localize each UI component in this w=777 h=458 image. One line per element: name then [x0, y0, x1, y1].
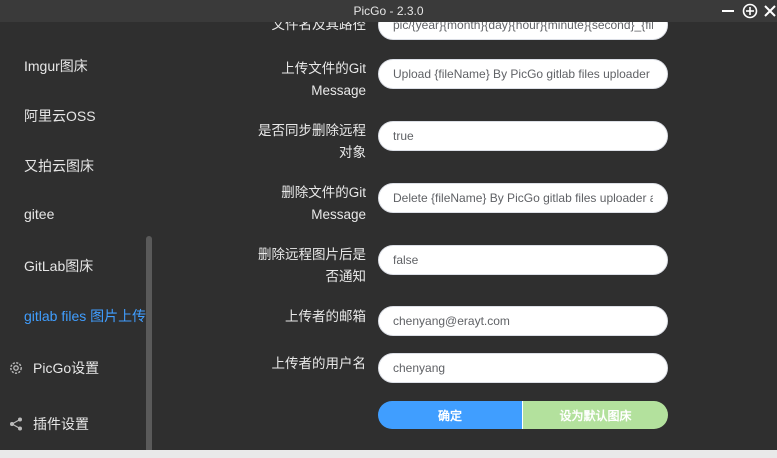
window-title: PicGo - 2.3.0 — [353, 4, 424, 18]
gear-icon — [8, 360, 24, 376]
author-email-input[interactable] — [378, 306, 668, 336]
sidebar: Imgur图床 阿里云OSS 又拍云图床 gitee GitLab图床 gitl… — [0, 22, 160, 450]
sidebar-item-label: 插件设置 — [33, 416, 89, 432]
field-label: 删除文件的Git Message — [281, 185, 366, 222]
sidebar-item-plugin-settings[interactable]: 插件设置 — [8, 414, 89, 434]
minimize-icon[interactable] — [718, 1, 738, 21]
sync-delete-input[interactable] — [378, 121, 668, 151]
file-path-input[interactable] — [378, 22, 668, 40]
author-name-input[interactable] — [378, 353, 668, 383]
sidebar-item-aliyun-oss[interactable]: 阿里云OSS — [24, 106, 96, 126]
sidebar-scrollbar[interactable] — [146, 236, 152, 450]
sidebar-item-imgur[interactable]: Imgur图床 — [24, 56, 88, 76]
field-label: 上传文件的Git Message — [281, 61, 366, 98]
settings-form: 文件名及其路径 上传文件的Git Message 是否同步删除远程对象 删除文件… — [160, 22, 777, 450]
share-icon — [8, 416, 24, 432]
sidebar-item-gitlab-files[interactable]: gitlab files 图片上传 — [24, 306, 146, 326]
field-label: 上传者的用户名 — [271, 356, 367, 371]
field-label: 文件名及其路径 — [271, 22, 367, 32]
confirm-button[interactable]: 确定 — [378, 401, 522, 429]
field-label: 是否同步删除远程对象 — [258, 123, 366, 160]
delete-notify-input[interactable] — [378, 245, 668, 275]
sidebar-item-label: PicGo设置 — [33, 360, 100, 376]
close-icon[interactable] — [760, 1, 777, 21]
set-default-button[interactable]: 设为默认图床 — [522, 401, 668, 429]
maximize-icon[interactable] — [740, 1, 760, 21]
sidebar-item-gitee[interactable]: gitee — [24, 206, 54, 222]
bottom-border — [0, 450, 777, 458]
delete-message-input[interactable] — [378, 183, 668, 213]
sidebar-item-upyun[interactable]: 又拍云图床 — [24, 156, 94, 176]
upload-message-input[interactable] — [378, 59, 668, 89]
title-bar: PicGo - 2.3.0 — [0, 0, 777, 22]
sidebar-item-gitlab[interactable]: GitLab图床 — [24, 256, 93, 276]
field-label: 删除远程图片后是否通知 — [258, 247, 366, 284]
field-label: 上传者的邮箱 — [285, 309, 366, 324]
sidebar-item-picgo-settings[interactable]: PicGo设置 — [8, 358, 99, 378]
